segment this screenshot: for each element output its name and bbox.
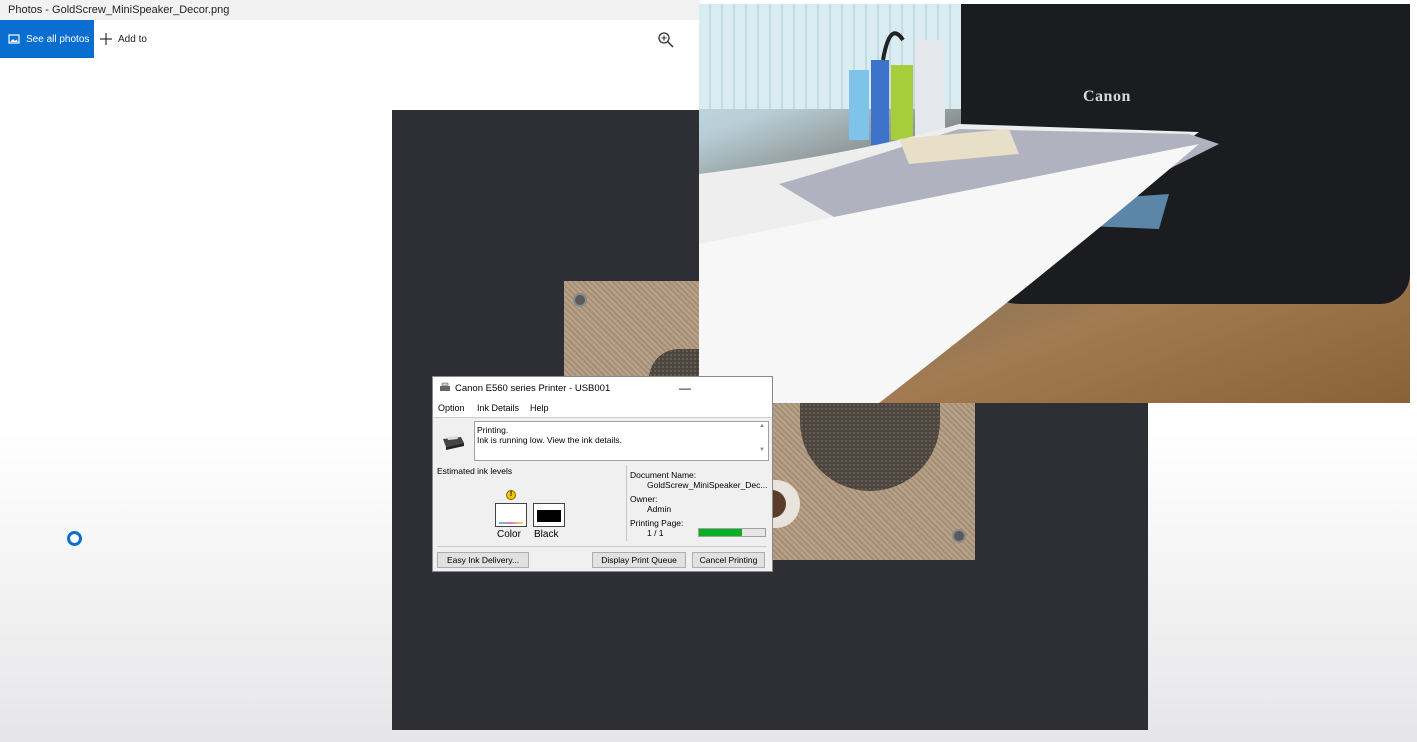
add-to-label: Add to (118, 33, 147, 45)
document-name-value: GoldScrew_MiniSpeaker_Dec... (647, 480, 768, 490)
easy-ink-delivery-button[interactable]: Easy Ink Delivery... (437, 552, 529, 568)
section-divider (626, 465, 627, 541)
screw-bottom-right (952, 529, 966, 543)
printer-small-icon (440, 382, 450, 391)
screw-top-left (573, 293, 587, 307)
printer-icon (443, 436, 464, 450)
see-all-photos-button[interactable]: See all photos (0, 20, 94, 58)
black-ink-label: Black (534, 529, 559, 540)
minimize-button[interactable]: — (679, 381, 691, 395)
menu-option[interactable]: Option (438, 403, 465, 413)
window-title: Photos - GoldScrew_MiniSpeaker_Decor.png (8, 4, 230, 16)
printer-status-dialog: Canon E560 series Printer - USB001 — Opt… (432, 376, 773, 572)
speaker-grille-right (800, 391, 940, 491)
status-line-1: Printing. (477, 425, 509, 435)
dialog-menu-bar: Option Ink Details Help (433, 399, 772, 418)
warning-icon: ! (506, 490, 516, 500)
black-ink-level (533, 503, 565, 527)
color-ink-level (495, 503, 527, 527)
add-to-button[interactable]: Add to (100, 20, 147, 58)
display-print-queue-button[interactable]: Display Print Queue (592, 552, 686, 568)
print-progress-bar (698, 528, 766, 537)
status-scrollbar[interactable]: ▲ ▼ (757, 423, 767, 459)
loading-spinner (67, 531, 82, 546)
dialog-title: Canon E560 series Printer - USB001 (455, 383, 611, 394)
see-all-photos-label: See all photos (26, 33, 90, 45)
cancel-printing-button[interactable]: Cancel Printing (692, 552, 765, 568)
plus-icon (100, 33, 112, 45)
status-line-2: Ink is running low. View the ink details… (477, 435, 622, 445)
document-name-label: Document Name: (630, 470, 697, 480)
status-message-box[interactable]: Printing. Ink is running low. View the i… (474, 421, 769, 461)
owner-label: Owner: (630, 494, 658, 504)
printing-page-label: Printing Page: (630, 518, 684, 528)
dialog-title-bar: Canon E560 series Printer - USB001 — (433, 377, 772, 399)
printed-paper (699, 124, 1219, 403)
gallery-icon (8, 34, 20, 44)
menu-help[interactable]: Help (530, 403, 549, 413)
button-separator (437, 546, 767, 547)
zoom-in-icon[interactable] (657, 31, 675, 49)
print-progress-fill (699, 529, 742, 536)
app-title-bar: Photos - GoldScrew_MiniSpeaker_Decor.png (0, 0, 700, 20)
color-ink-label: Color (497, 529, 521, 540)
menu-ink-details[interactable]: Ink Details (477, 403, 519, 413)
owner-value: Admin (647, 504, 672, 514)
photos-toolbar: See all photos Add to (0, 20, 700, 58)
printing-page-value: 1 / 1 (647, 528, 664, 538)
ink-levels-label: Estimated ink levels (437, 466, 513, 476)
webcam-overlay: Canon (699, 4, 1410, 403)
